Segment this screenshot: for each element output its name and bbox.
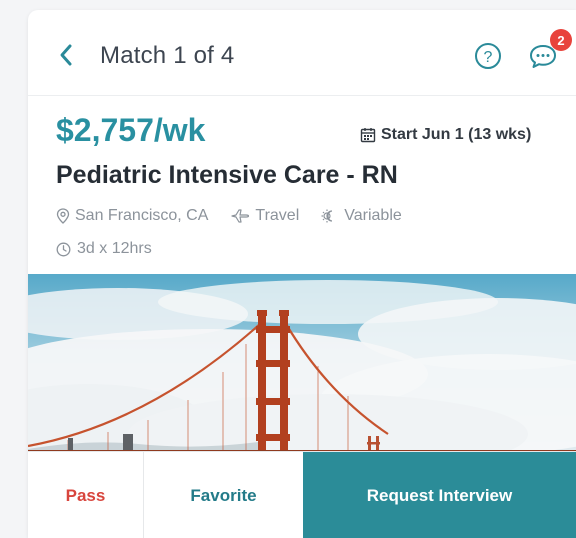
question-circle-icon: ? bbox=[475, 43, 501, 69]
notification-badge: 2 bbox=[550, 29, 572, 51]
start-date: Start Jun 1 (13 wks) bbox=[360, 126, 531, 144]
location-text: San Francisco, CA bbox=[75, 207, 209, 224]
clock-icon bbox=[56, 242, 71, 256]
schedule-type-text: Variable bbox=[344, 207, 402, 224]
start-date-text: Start Jun 1 (13 wks) bbox=[381, 126, 532, 143]
job-title: Pediatric Intensive Care - RN bbox=[56, 161, 398, 189]
svg-text:?: ? bbox=[484, 49, 493, 66]
top-bar: Match 1 of 4 ? 2 bbox=[28, 10, 576, 96]
calendar-icon bbox=[360, 128, 376, 143]
shift-text: 3d x 12hrs bbox=[77, 240, 152, 257]
airplane-icon bbox=[231, 209, 250, 223]
bridge-illustration bbox=[28, 274, 576, 462]
weekly-rate: $2,757/wk bbox=[56, 112, 206, 148]
chevron-left-icon bbox=[60, 44, 72, 66]
location: San Francisco, CA bbox=[56, 207, 208, 225]
favorite-button[interactable]: Favorite bbox=[143, 452, 303, 538]
job-type: Travel bbox=[230, 207, 299, 225]
job-type-text: Travel bbox=[255, 207, 300, 224]
golden-gate-bridge-photo bbox=[28, 274, 576, 462]
help-button[interactable]: ? bbox=[474, 42, 502, 70]
action-bar: Pass Favorite Request Interview bbox=[28, 451, 576, 538]
job-match-card: Match 1 of 4 ? 2 $2,757/wk Start Jun 1 (… bbox=[28, 10, 576, 538]
location-pin-icon bbox=[56, 208, 70, 224]
schedule-type: Variable bbox=[321, 207, 402, 225]
job-meta: San Francisco, CA Travel Variable bbox=[56, 207, 424, 225]
pass-button[interactable]: Pass bbox=[28, 452, 143, 538]
sun-moon-icon bbox=[321, 209, 333, 223]
request-interview-button[interactable]: Request Interview bbox=[303, 452, 576, 538]
back-button[interactable] bbox=[58, 42, 74, 68]
page-title: Match 1 of 4 bbox=[100, 42, 235, 69]
shift-info: 3d x 12hrs bbox=[56, 240, 152, 258]
